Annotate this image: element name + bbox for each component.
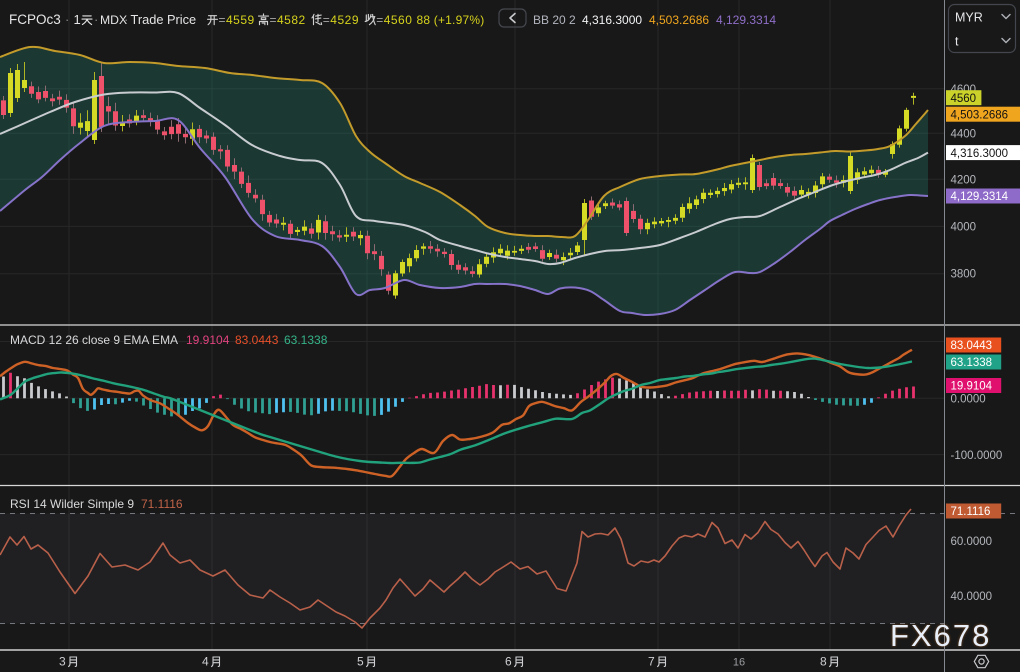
svg-text:FCPOc3: FCPOc3: [9, 12, 61, 27]
svg-text:5: 5: [357, 655, 364, 669]
svg-text:=: =: [270, 13, 277, 27]
svg-text:·: ·: [94, 12, 98, 27]
svg-text:19.9104: 19.9104: [186, 333, 230, 347]
svg-text:4,129.3314: 4,129.3314: [716, 13, 776, 27]
svg-text:MYR: MYR: [955, 11, 983, 25]
svg-text:·: ·: [65, 12, 69, 27]
svg-text:4400: 4400: [951, 128, 977, 140]
svg-text:4,503.2686: 4,503.2686: [649, 13, 709, 27]
svg-text:1: 1: [74, 12, 81, 27]
svg-text:=: =: [323, 13, 330, 27]
svg-text:4,129.3314: 4,129.3314: [951, 191, 1009, 203]
svg-text:63.1338: 63.1338: [951, 357, 993, 369]
svg-text:63.1338: 63.1338: [284, 333, 328, 347]
svg-text:MACD 12 26 close 9 EMA EMA: MACD 12 26 close 9 EMA EMA: [10, 333, 178, 347]
svg-text:83.0443: 83.0443: [951, 340, 993, 352]
svg-text:0.0000: 0.0000: [951, 394, 986, 406]
svg-text:4560: 4560: [384, 13, 413, 27]
svg-text:8: 8: [820, 655, 827, 669]
svg-text:4,316.3000: 4,316.3000: [582, 13, 642, 27]
svg-text:-100.0000: -100.0000: [951, 450, 1003, 462]
svg-text:4529: 4529: [330, 13, 359, 27]
svg-text:71.1116: 71.1116: [141, 497, 183, 511]
svg-text:40.0000: 40.0000: [951, 591, 993, 603]
svg-text:4200: 4200: [951, 174, 977, 186]
svg-text:7: 7: [648, 655, 655, 669]
svg-text:6: 6: [505, 655, 512, 669]
svg-text:83.0443: 83.0443: [235, 333, 279, 347]
svg-text:4,503.2686: 4,503.2686: [951, 109, 1009, 121]
svg-text:19.9104: 19.9104: [951, 381, 993, 393]
svg-text:RSI 14 Wilder Simple 9: RSI 14 Wilder Simple 9: [10, 497, 134, 511]
svg-text:16: 16: [733, 657, 745, 669]
svg-text:·: ·: [124, 12, 128, 27]
svg-text:Trade Price: Trade Price: [131, 12, 197, 27]
svg-text:BB 20 2: BB 20 2: [533, 13, 576, 27]
svg-text:t: t: [955, 35, 959, 49]
svg-text:4559: 4559: [226, 13, 255, 27]
svg-text:FX678: FX678: [890, 618, 991, 653]
svg-text:4582: 4582: [277, 13, 306, 27]
svg-text:4560: 4560: [951, 93, 977, 105]
svg-text:71.1116: 71.1116: [951, 506, 991, 518]
svg-text:=: =: [219, 13, 226, 27]
svg-text:4,316.3000: 4,316.3000: [951, 148, 1009, 160]
svg-text:=: =: [376, 13, 383, 27]
svg-text:3800: 3800: [951, 269, 977, 281]
svg-text:60.0000: 60.0000: [951, 536, 993, 548]
svg-text:4: 4: [202, 655, 209, 669]
svg-text:88 (+1.97%): 88 (+1.97%): [417, 13, 485, 27]
svg-text:3: 3: [59, 655, 66, 669]
svg-text:4000: 4000: [951, 221, 977, 233]
